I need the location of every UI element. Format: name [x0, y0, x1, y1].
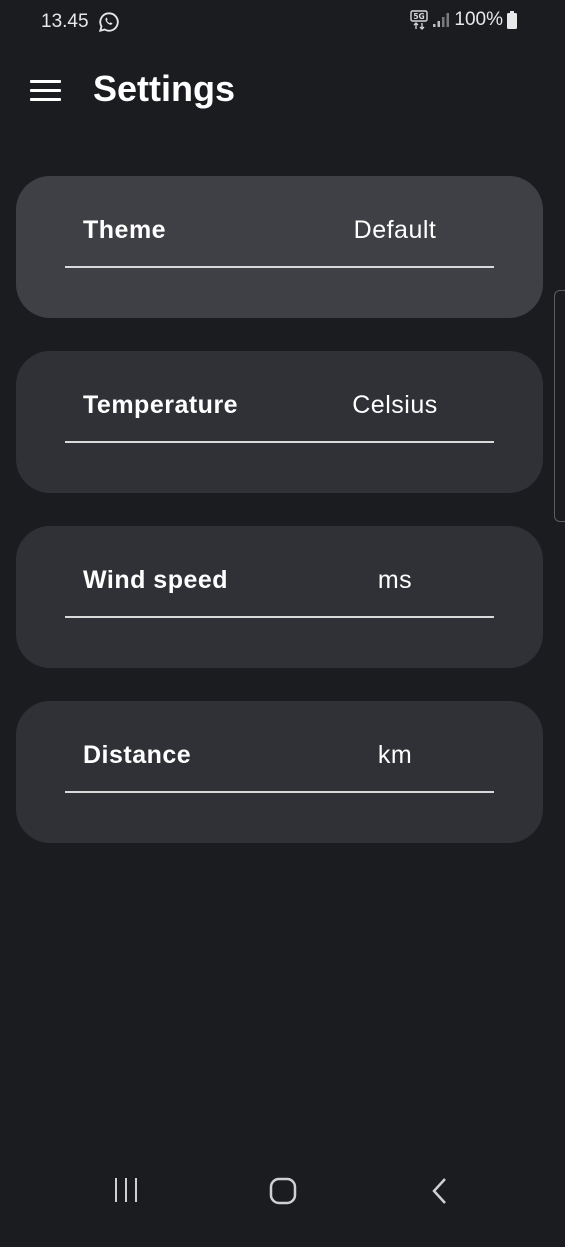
dropdown-underline [65, 616, 494, 618]
signal-bars-icon [433, 13, 450, 27]
setting-wind-speed[interactable]: Wind speed ms [16, 526, 543, 668]
dropdown-underline [65, 791, 494, 793]
settings-list: Theme Default Temperature Celsius Wind s… [16, 176, 543, 876]
status-bar: 13.45 5G 100% [0, 0, 565, 44]
app-header: Settings [0, 60, 565, 124]
setting-label: Theme [83, 216, 167, 244]
home-icon[interactable] [269, 1177, 297, 1205]
status-right-group: 5G 100% [410, 9, 517, 31]
setting-temperature[interactable]: Temperature Celsius [16, 351, 543, 493]
setting-label: Wind speed [83, 566, 229, 594]
setting-value[interactable]: Celsius [295, 391, 495, 420]
setting-label: Distance [83, 741, 192, 769]
back-icon[interactable] [430, 1177, 450, 1205]
battery-icon [507, 11, 517, 29]
battery-percentage: 100% [454, 9, 503, 30]
network-label: 5G [414, 12, 425, 21]
setting-theme[interactable]: Theme Default [16, 176, 543, 318]
page-title: Settings [93, 68, 236, 109]
setting-value[interactable]: Default [295, 216, 495, 245]
network-5g-icon: 5G [410, 10, 429, 30]
dropdown-underline [65, 266, 494, 268]
recents-icon[interactable] [113, 1177, 139, 1203]
dropdown-underline [65, 441, 494, 443]
edge-panel-handle[interactable] [554, 290, 565, 522]
setting-value[interactable]: ms [295, 566, 495, 595]
setting-label: Temperature [83, 391, 239, 419]
status-time: 13.45 [41, 11, 89, 32]
hamburger-menu-icon[interactable] [30, 80, 62, 104]
navigation-bar [0, 1165, 565, 1247]
setting-distance[interactable]: Distance km [16, 701, 543, 843]
whatsapp-icon [98, 12, 119, 33]
setting-value[interactable]: km [295, 741, 495, 770]
